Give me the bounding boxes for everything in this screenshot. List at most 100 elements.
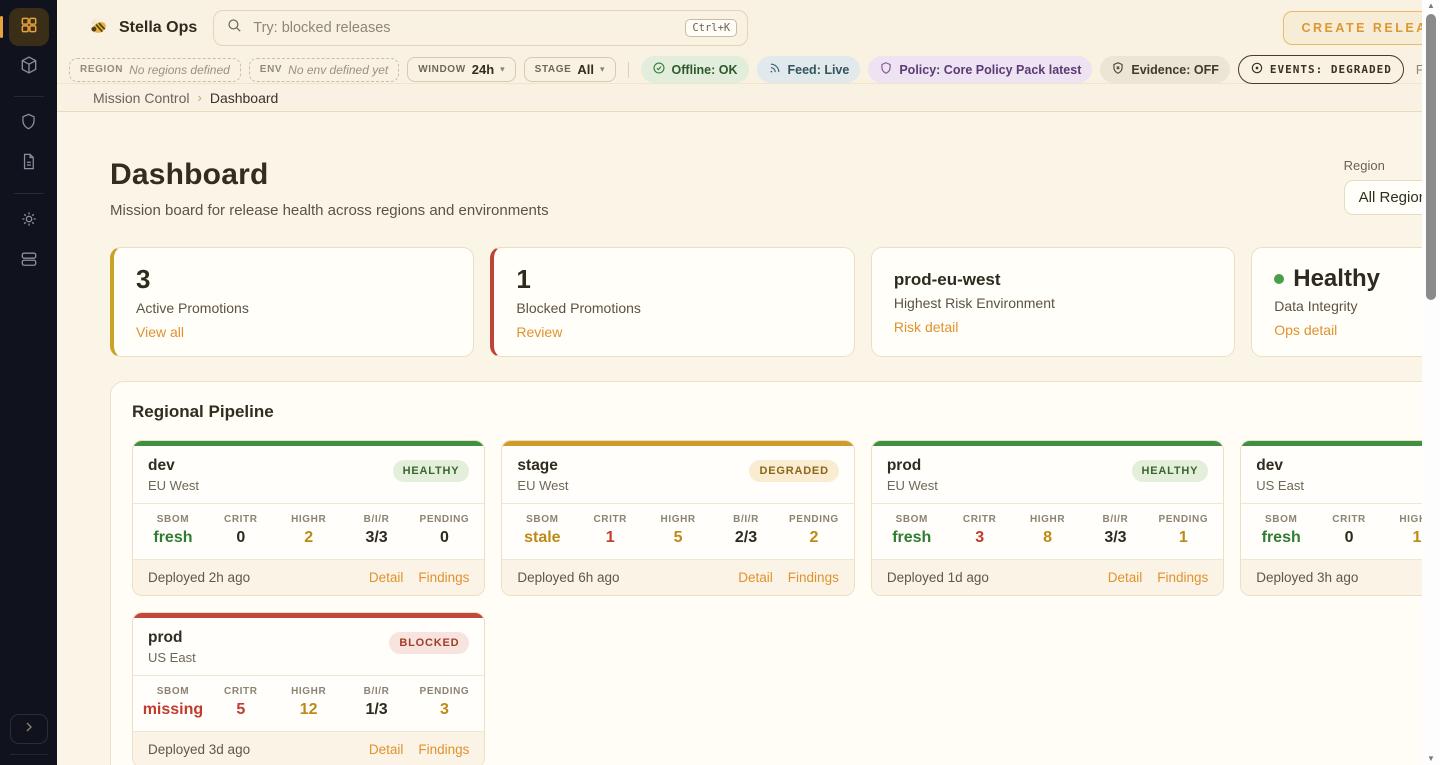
region-filter-value: No regions defined bbox=[129, 63, 230, 77]
sidebar-divider bbox=[14, 193, 44, 194]
findings-link[interactable]: Findings bbox=[418, 570, 469, 585]
window-filter-value: 24h bbox=[472, 62, 494, 77]
pending-value: 2 bbox=[780, 529, 848, 547]
column-header: CRITR bbox=[946, 514, 1014, 525]
search-input[interactable] bbox=[253, 20, 685, 36]
circle-dot-icon bbox=[1250, 61, 1264, 78]
active-promotions-label: Active Promotions bbox=[136, 300, 451, 316]
events-status-text: EVENTS: DEGRADED bbox=[1270, 63, 1392, 76]
bir-value: 3/3 bbox=[1082, 529, 1150, 547]
critr-value: 0 bbox=[1315, 529, 1383, 547]
chevron-down-icon: ▾ bbox=[500, 64, 505, 75]
stat-cards-row: 3 Active Promotions View all 1 Blocked P… bbox=[110, 247, 1440, 357]
regional-pipeline-title: Regional Pipeline bbox=[132, 402, 274, 422]
env-name: prod bbox=[148, 629, 196, 647]
column-header: PENDING bbox=[411, 686, 479, 697]
healthy-dot-icon bbox=[1274, 274, 1284, 284]
context-bar: REGION No regions defined ENV No env def… bbox=[57, 56, 1440, 84]
view-all-link[interactable]: View all bbox=[136, 324, 451, 340]
risk-detail-link[interactable]: Risk detail bbox=[894, 319, 1212, 335]
scrollbar[interactable]: ▲ ▼ bbox=[1422, 0, 1440, 765]
deployed-text: Deployed 2h ago bbox=[148, 570, 250, 585]
chevron-right-icon: › bbox=[197, 90, 201, 105]
detail-link[interactable]: Detail bbox=[369, 570, 404, 585]
column-header: PENDING bbox=[1149, 514, 1217, 525]
column-header: B/I/R bbox=[712, 514, 780, 525]
breadcrumb: Mission Control › Dashboard bbox=[57, 84, 1440, 112]
bir-value: 3/3 bbox=[343, 529, 411, 547]
pipeline-card-prod-eu-west: prod EU West HEALTHY SBOMfresh CRITR3 HI… bbox=[871, 440, 1224, 596]
region-name: EU West bbox=[148, 478, 199, 493]
active-promotions-value: 3 bbox=[136, 265, 451, 295]
global-search[interactable]: Ctrl+K bbox=[213, 10, 748, 46]
sidebar bbox=[0, 0, 57, 765]
scroll-up-arrow[interactable]: ▲ bbox=[1427, 0, 1435, 12]
search-shortcut-kbd: Ctrl+K bbox=[685, 19, 737, 37]
pending-value: 3 bbox=[411, 701, 479, 719]
pipeline-card-dev-us-east: dev US East HEALTHY SBOMfresh CRITR0 HIG… bbox=[1240, 440, 1440, 596]
data-integrity-value: Healthy bbox=[1274, 265, 1440, 293]
column-header: B/I/R bbox=[1082, 514, 1150, 525]
sbom-value: fresh bbox=[878, 529, 946, 547]
review-link[interactable]: Review bbox=[516, 324, 831, 340]
pipeline-grid: dev EU West HEALTHY SBOMfresh CRITR0 HIG… bbox=[132, 440, 1440, 765]
region-filter-chip[interactable]: REGION No regions defined bbox=[69, 58, 241, 82]
ops-detail-link[interactable]: Ops detail bbox=[1274, 322, 1440, 338]
bir-value: 1/3 bbox=[343, 701, 411, 719]
brand: Stella Ops bbox=[87, 14, 197, 42]
context-divider bbox=[628, 62, 629, 78]
scrollbar-thumb[interactable] bbox=[1426, 14, 1436, 300]
breadcrumb-mission-control[interactable]: Mission Control bbox=[93, 90, 189, 106]
stage-filter-label: STAGE bbox=[535, 64, 572, 75]
top-bar: Stella Ops Ctrl+K CREATE RELEASE admin bbox=[57, 0, 1440, 56]
sidebar-divider bbox=[14, 96, 44, 97]
findings-link[interactable]: Findings bbox=[418, 742, 469, 757]
column-header: B/I/R bbox=[343, 686, 411, 697]
column-header: SBOM bbox=[139, 686, 207, 697]
shield-icon bbox=[879, 61, 893, 78]
highr-value: 5 bbox=[644, 529, 712, 547]
shield-icon bbox=[19, 112, 38, 136]
column-header: HIGHR bbox=[275, 686, 343, 697]
findings-link[interactable]: Findings bbox=[788, 570, 839, 585]
sidebar-item-infrastructure[interactable] bbox=[9, 242, 49, 280]
pending-value: 1 bbox=[1149, 529, 1217, 547]
env-filter-label: ENV bbox=[260, 64, 282, 75]
window-filter-chip[interactable]: WINDOW 24h ▾ bbox=[407, 57, 515, 82]
sidebar-item-dashboard[interactable] bbox=[9, 8, 49, 46]
sidebar-item-security[interactable] bbox=[9, 105, 49, 143]
active-promotions-card: 3 Active Promotions View all bbox=[110, 247, 474, 357]
highr-value: 2 bbox=[275, 529, 343, 547]
regional-pipeline-panel: Regional Pipeline All environments dev E… bbox=[110, 381, 1440, 765]
gear-icon bbox=[19, 209, 39, 234]
detail-link[interactable]: Detail bbox=[369, 742, 404, 757]
detail-link[interactable]: Detail bbox=[1108, 570, 1143, 585]
sidebar-item-documents[interactable] bbox=[9, 145, 49, 183]
findings-link[interactable]: Findings bbox=[1157, 570, 1208, 585]
sidebar-bottom-divider bbox=[10, 754, 48, 755]
evidence-status-pill: Evidence: OFF bbox=[1100, 56, 1230, 83]
deployed-text: Deployed 1d ago bbox=[887, 570, 989, 585]
region-name: EU West bbox=[887, 478, 938, 493]
stage-filter-chip[interactable]: STAGE All ▾ bbox=[524, 57, 616, 82]
pipeline-card-stage-eu-west: stage EU West DEGRADED SBOMstale CRITR1 … bbox=[501, 440, 854, 596]
sbom-value: stale bbox=[508, 529, 576, 547]
main-content: Dashboard Mission board for release heal… bbox=[57, 112, 1440, 765]
column-header: B/I/R bbox=[343, 514, 411, 525]
rss-icon bbox=[768, 61, 782, 78]
deployed-text: Deployed 6h ago bbox=[517, 570, 619, 585]
status-badge: DEGRADED bbox=[749, 460, 838, 482]
sidebar-item-settings[interactable] bbox=[9, 202, 49, 240]
sidebar-item-releases[interactable] bbox=[9, 48, 49, 86]
env-filter-chip[interactable]: ENV No env defined yet bbox=[249, 58, 399, 82]
sbom-value: fresh bbox=[1247, 529, 1315, 547]
package-icon bbox=[19, 55, 39, 80]
feed-status-pill: Feed: Live bbox=[757, 56, 861, 83]
blocked-promotions-label: Blocked Promotions bbox=[516, 300, 831, 316]
feed-status-text: Feed: Live bbox=[788, 63, 850, 77]
column-header: PENDING bbox=[780, 514, 848, 525]
sidebar-expand-button[interactable] bbox=[10, 714, 48, 744]
create-release-button[interactable]: CREATE RELEASE bbox=[1283, 11, 1440, 45]
detail-link[interactable]: Detail bbox=[738, 570, 773, 585]
scroll-down-arrow[interactable]: ▼ bbox=[1427, 753, 1435, 765]
